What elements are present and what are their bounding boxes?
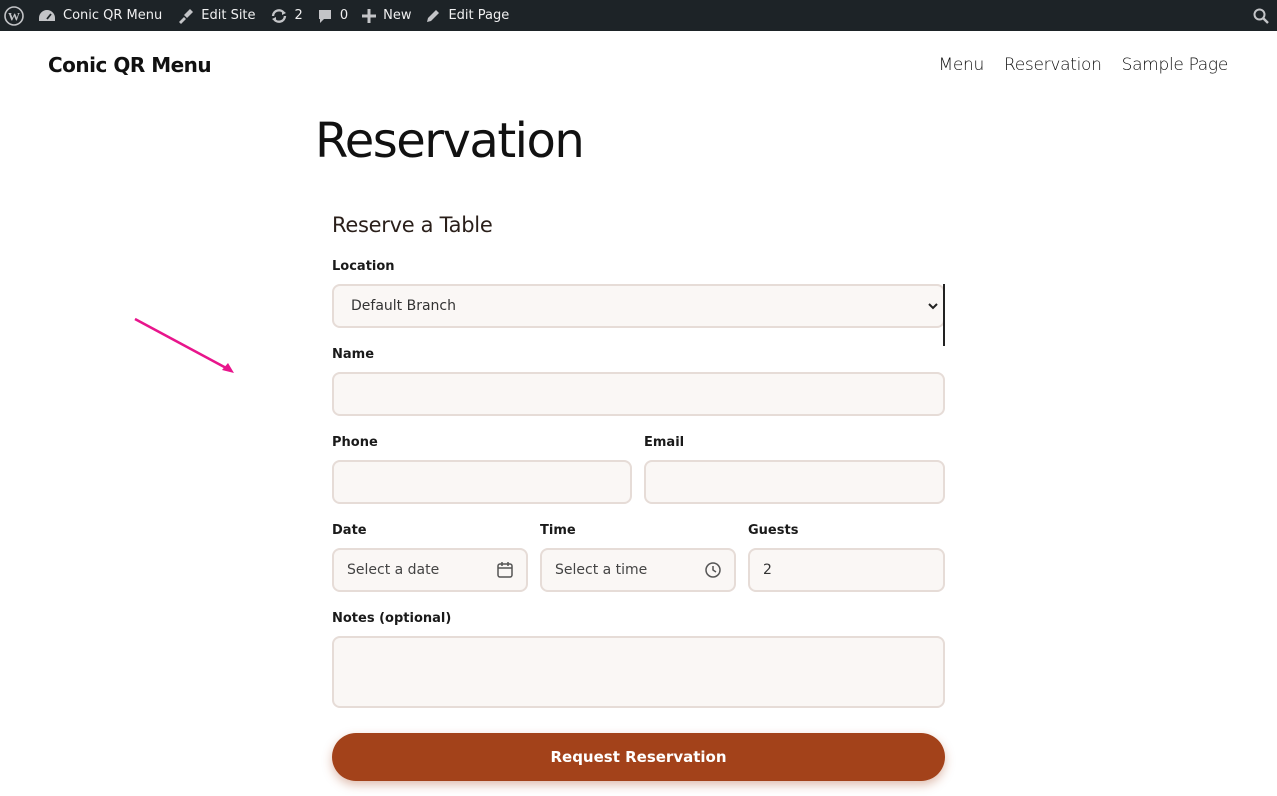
chevron-down-icon: [928, 303, 938, 310]
notes-textarea[interactable]: [332, 636, 945, 708]
plus-icon: [362, 8, 377, 23]
clock-icon[interactable]: [704, 561, 722, 579]
new-label: New: [383, 8, 412, 23]
location-label: Location: [332, 259, 395, 274]
calendar-icon[interactable]: [496, 561, 514, 579]
guests-label: Guests: [748, 523, 799, 538]
phone-input[interactable]: [332, 460, 632, 504]
email-input[interactable]: [644, 460, 945, 504]
comment-icon: [318, 9, 331, 23]
edit-site-label: Edit Site: [201, 8, 256, 23]
edit-page-link[interactable]: Edit Page: [418, 0, 516, 31]
request-reservation-button[interactable]: Request Reservation: [332, 733, 945, 781]
select-edge-line: [943, 284, 945, 346]
notes-label: Notes (optional): [332, 611, 452, 626]
time-input[interactable]: Select a time: [540, 548, 736, 592]
date-label: Date: [332, 523, 367, 538]
phone-label: Phone: [332, 435, 378, 450]
date-input[interactable]: Select a date: [332, 548, 528, 592]
svg-text:W: W: [8, 9, 20, 23]
nav-item-menu[interactable]: Menu: [939, 55, 985, 75]
edit-page-label: Edit Page: [448, 8, 510, 23]
site-title[interactable]: Conic QR Menu: [48, 53, 212, 77]
name-label: Name: [332, 347, 375, 362]
form-heading: Reserve a Table: [332, 213, 493, 237]
dashboard-icon: [39, 9, 55, 21]
guests-input-value: 2: [763, 562, 772, 578]
comments-count: 0: [339, 8, 349, 23]
updates-icon: [271, 8, 286, 23]
nav-item-reservation[interactable]: Reservation: [1004, 55, 1102, 75]
admin-bar-site-name: Conic QR Menu: [63, 8, 163, 23]
edit-site-link[interactable]: Edit Site: [169, 0, 262, 31]
time-label: Time: [540, 523, 576, 538]
brush-icon: [179, 8, 194, 24]
guests-input[interactable]: 2: [748, 548, 945, 592]
new-content-link[interactable]: New: [355, 0, 418, 31]
updates-count: 2: [294, 8, 303, 23]
date-placeholder: Select a date: [347, 562, 440, 578]
comments-link[interactable]: 0: [310, 0, 355, 31]
search-icon: [1253, 8, 1269, 24]
admin-bar-search[interactable]: [1253, 0, 1269, 31]
annotation-arrow-icon: [134, 317, 234, 373]
name-input[interactable]: [332, 372, 945, 416]
primary-navigation: Menu Reservation Sample Page: [939, 55, 1229, 75]
pencil-icon: [427, 9, 440, 22]
wordpress-logo-icon[interactable]: W: [0, 0, 31, 31]
location-selected-value: Default Branch: [351, 298, 456, 314]
updates-link[interactable]: 2: [263, 0, 310, 31]
page-title: Reservation: [315, 113, 585, 169]
nav-item-sample-page[interactable]: Sample Page: [1122, 55, 1229, 75]
admin-bar-site-link[interactable]: Conic QR Menu: [31, 0, 169, 31]
time-placeholder: Select a time: [555, 562, 648, 578]
location-select[interactable]: Default Branch: [332, 284, 945, 328]
admin-bar: W Conic QR Menu Edit Site 2 0 New Edit P…: [0, 0, 1277, 31]
email-label: Email: [644, 435, 685, 450]
